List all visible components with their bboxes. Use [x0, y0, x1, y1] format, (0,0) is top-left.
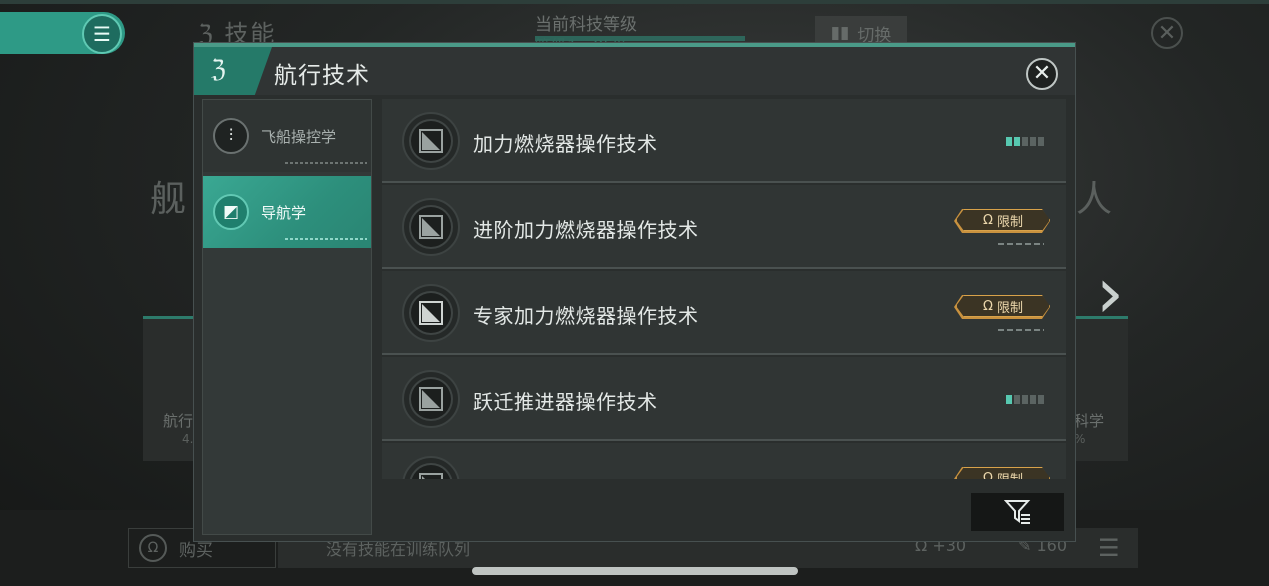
card-sub-left: 4. [182, 432, 194, 446]
modal-close-icon[interactable]: ✕ [1026, 58, 1058, 90]
ship-control-icon: ⫶ [213, 118, 249, 154]
menu-icon[interactable]: ☰ [82, 14, 122, 54]
skill-name: 跃迁推进器操作技术 [473, 390, 658, 414]
restricted-badge: Ω限制 [956, 295, 1050, 317]
progress-dots [285, 162, 367, 164]
skill-icon [402, 284, 460, 342]
skill-group-modal: ℨ 航行技术 ✕ ⫶ 飞船操控学 ◩ 导航学 加力燃烧器操作技术 进阶加力燃烧器… [193, 42, 1076, 542]
header-tab [194, 47, 272, 95]
restricted-badge: Ω限制 [956, 467, 1050, 479]
modal-header: ℨ 航行技术 ✕ [194, 47, 1075, 95]
sidebar-item-navigation[interactable]: ◩ 导航学 [203, 176, 371, 248]
sidebar-item-ship-control[interactable]: ⫶ 飞船操控学 [203, 100, 371, 172]
skill-level [1006, 137, 1044, 146]
list-item[interactable]: Ω限制 [382, 443, 1066, 479]
skill-icon [402, 456, 460, 479]
navigation-icon: ◩ [213, 194, 249, 230]
omega-icon: Ω [983, 212, 993, 228]
omega-icon: Ω [983, 470, 993, 479]
list-item[interactable]: 专家加力燃烧器操作技术 Ω 限制 [382, 271, 1066, 355]
category-title-left: 舰 [150, 179, 187, 220]
skill-level [998, 329, 1044, 331]
sidebar-item-label: 导航学 [261, 204, 307, 222]
home-indicator [472, 567, 798, 575]
card-label-right: 科学 [1074, 412, 1105, 430]
list-item[interactable]: 进阶加力燃烧器操作技术 Ω 限制 [382, 185, 1066, 269]
skill-level [998, 243, 1044, 245]
modal-title: 航行技术 [274, 63, 370, 89]
skill-icon [402, 112, 460, 170]
restricted-badge: Ω限制 [956, 209, 1050, 231]
list-item[interactable]: 跃迁推进器操作技术 [382, 357, 1066, 441]
skill-icon [402, 198, 460, 256]
filter-button[interactable] [971, 493, 1064, 531]
next-arrow-icon[interactable]: › [1096, 258, 1124, 328]
card-label-left: 航行 [163, 412, 194, 430]
progress-dots [285, 238, 367, 240]
top-stripe [0, 0, 1269, 4]
switch-icon: ▮▮ [830, 23, 850, 43]
skill-icon [402, 370, 460, 428]
dna-icon: ℨ [211, 55, 226, 83]
sidebar-item-label: 飞船操控学 [261, 128, 337, 146]
category-title-right: 人 [1076, 179, 1113, 220]
omega-icon: Ω [983, 298, 993, 314]
list-icon[interactable]: ☰ [1098, 534, 1120, 562]
skill-list[interactable]: 加力燃烧器操作技术 进阶加力燃烧器操作技术 Ω 限制 专家加力燃烧器操作技术 Ω… [382, 99, 1066, 479]
skill-name: 专家加力燃烧器操作技术 [473, 304, 699, 328]
close-icon[interactable]: ✕ [1151, 17, 1183, 49]
omega-icon: Ω [139, 534, 167, 562]
skill-name: 加力燃烧器操作技术 [473, 132, 658, 156]
skill-level [1006, 395, 1044, 404]
sidebar: ⫶ 飞船操控学 ◩ 导航学 [202, 99, 372, 535]
filter-icon [1003, 500, 1030, 524]
list-item[interactable]: 加力燃烧器操作技术 [382, 99, 1066, 183]
skill-name: 进阶加力燃烧器操作技术 [473, 218, 699, 242]
